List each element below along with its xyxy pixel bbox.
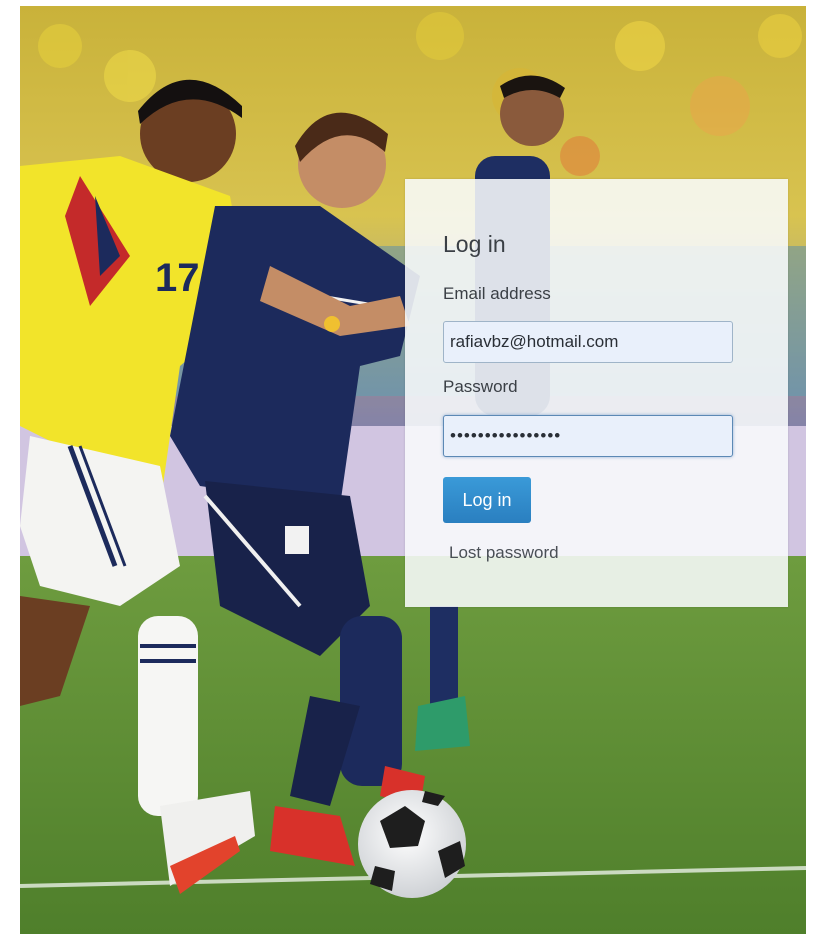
password-field[interactable]	[443, 415, 733, 457]
password-label: Password	[443, 377, 518, 396]
login-page: 17 Log in Email address rafiavbz@hotmail…	[0, 0, 817, 941]
email-label: Email address	[443, 284, 551, 303]
lost-password-link[interactable]: Lost password	[449, 543, 559, 563]
login-title: Log in	[443, 231, 506, 257]
jersey-number: 17	[155, 256, 200, 300]
login-panel: Log in Email address Password Log in Los…	[405, 179, 788, 607]
email-field[interactable]	[443, 321, 733, 363]
login-button[interactable]: Log in	[443, 477, 531, 523]
